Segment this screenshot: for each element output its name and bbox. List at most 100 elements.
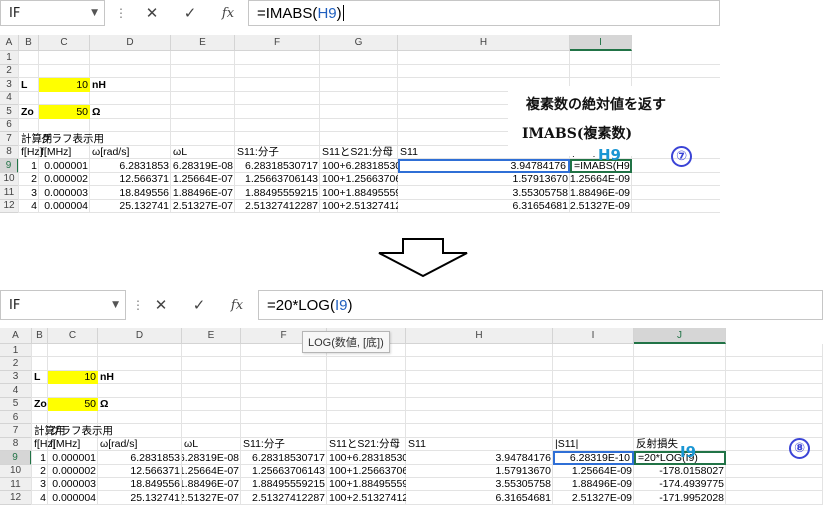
data-cell[interactable]: 100+6.28318530717959E-08j <box>320 159 398 173</box>
row-header-10[interactable]: 10 <box>0 464 32 478</box>
column-header-f[interactable]: F <box>235 35 320 51</box>
bottom-name-box[interactable]: IF ▼ <box>0 290 126 320</box>
row-header-1[interactable]: 1 <box>0 344 32 358</box>
data-cell[interactable]: 2.51327412287 <box>235 200 320 214</box>
chevron-down-icon[interactable]: ▼ <box>112 300 119 310</box>
data-cell[interactable]: 100+2.51327412287183E-07j <box>320 200 398 214</box>
value-zo-cell[interactable]: 50 <box>48 397 98 411</box>
row-header-9[interactable]: 9 <box>0 451 32 465</box>
row-header-12[interactable]: 12 <box>0 199 19 213</box>
data-cell[interactable]: 1.25663706143 <box>235 173 320 187</box>
data-cell[interactable]: 3.94784176 <box>406 451 553 464</box>
column-header-b[interactable]: B <box>32 328 48 344</box>
enter-check-icon[interactable]: ✓ <box>180 296 218 314</box>
data-cell[interactable]: 1.25664E-07 <box>182 465 241 478</box>
column-title[interactable]: S11:分子 <box>235 146 320 160</box>
column-header-g[interactable]: G <box>320 35 398 51</box>
data-cell[interactable]: 6.28319E-08 <box>182 451 241 464</box>
data-cell[interactable]: 0.000001 <box>39 159 90 173</box>
data-cell[interactable]: 6.2831853 <box>90 159 171 173</box>
data-cell[interactable]: -178.0158027 <box>634 465 726 478</box>
data-cell[interactable]: 100+6.28318530717959E-08j <box>327 451 406 464</box>
row-header-7[interactable]: 7 <box>0 132 19 146</box>
column-header-d[interactable]: D <box>98 328 182 344</box>
data-cell[interactable]: 12.566371 <box>90 173 171 187</box>
data-cell[interactable]: 0.000001 <box>48 451 98 464</box>
data-cell[interactable]: 100+1.88495559215388E-07j <box>320 186 398 200</box>
data-cell[interactable]: 3 <box>32 478 48 491</box>
column-title[interactable]: f[Hz] <box>32 438 56 451</box>
data-cell[interactable]: 2 <box>32 465 48 478</box>
data-cell[interactable]: 6.31654681 <box>406 491 553 504</box>
data-cell[interactable]: -174.4939775 <box>634 478 726 491</box>
data-cell[interactable]: 2 <box>19 173 39 187</box>
column-title[interactable]: S11 <box>406 438 553 451</box>
insert-function-icon[interactable]: fx <box>218 298 256 313</box>
row-header-3[interactable]: 3 <box>0 370 32 385</box>
label-zo[interactable]: Zo <box>19 105 39 119</box>
column-title[interactable]: ωL <box>182 438 241 451</box>
data-cell[interactable]: 1.88496E-09 <box>570 186 632 200</box>
column-header-h[interactable]: H <box>398 35 570 51</box>
data-cell[interactable]: 0.000003 <box>48 478 98 491</box>
data-cell[interactable]: -171.9952028 <box>634 491 726 504</box>
value-l-cell[interactable]: 10 <box>39 78 90 92</box>
header-calc[interactable]: 計算用 <box>32 424 66 437</box>
row-header-11[interactable]: 11 <box>0 478 32 492</box>
enter-check-icon[interactable]: ✓ <box>171 4 209 22</box>
column-title[interactable]: f[MHz] <box>39 146 90 160</box>
data-cell[interactable]: 4 <box>32 491 48 504</box>
unit-ohm[interactable]: Ω <box>90 105 171 119</box>
data-cell[interactable]: 100+1.25663706143592E-07j <box>327 465 406 478</box>
unit-nh[interactable]: nH <box>90 78 171 92</box>
row-header-8[interactable]: 8 <box>0 145 19 159</box>
column-title[interactable]: f[MHz] <box>48 438 98 451</box>
data-cell[interactable]: 6.28319E-10 <box>553 451 634 465</box>
data-cell[interactable]: 25.132741 <box>98 491 182 504</box>
row-header-6[interactable]: 6 <box>0 411 32 425</box>
data-cell[interactable]: 0.000002 <box>48 465 98 478</box>
bottom-spreadsheet-grid[interactable]: ABCDEFGHIJ123456789101112L10nHZo50Ω計算用グラ… <box>0 328 823 527</box>
column-header-d[interactable]: D <box>90 35 171 51</box>
data-cell[interactable]: 2.51327E-09 <box>570 200 632 214</box>
data-cell[interactable]: 2.51327412287 <box>241 491 327 504</box>
label-l[interactable]: L <box>32 371 48 384</box>
label-zo[interactable]: Zo <box>32 398 48 411</box>
column-title[interactable]: ωL <box>171 146 235 160</box>
column-header-e[interactable]: E <box>171 35 235 51</box>
column-header-h[interactable]: H <box>406 328 553 344</box>
data-cell[interactable]: 1.88496E-07 <box>171 186 235 200</box>
header-calc[interactable]: 計算用 <box>19 132 53 146</box>
row-header-8[interactable]: 8 <box>0 437 32 452</box>
data-cell[interactable]: 1.88496E-07 <box>182 478 241 491</box>
top-name-box[interactable]: IF ▼ <box>0 0 105 26</box>
column-header-a[interactable]: A <box>0 328 32 344</box>
label-l[interactable]: L <box>19 78 39 92</box>
row-header-3[interactable]: 3 <box>0 78 19 92</box>
data-cell[interactable]: 1.25664E-07 <box>171 173 235 187</box>
column-header-b[interactable]: B <box>19 35 39 51</box>
data-cell[interactable]: 1.57913670 <box>406 465 553 478</box>
data-cell[interactable]: 0.000003 <box>39 186 90 200</box>
data-cell[interactable]: 4 <box>19 200 39 214</box>
row-header-4[interactable]: 4 <box>0 384 32 398</box>
cancel-icon[interactable]: ✕ <box>133 4 171 22</box>
data-cell[interactable]: 3.55305758 <box>398 186 570 200</box>
row-header-2[interactable]: 2 <box>0 64 19 78</box>
column-header-c[interactable]: C <box>48 328 98 344</box>
column-title[interactable]: S11とS21:分母 <box>320 146 398 160</box>
column-title[interactable]: S11:分子 <box>241 438 327 451</box>
data-cell[interactable]: 12.566371 <box>98 465 182 478</box>
header-graph[interactable]: グラフ表示用 <box>48 424 113 437</box>
data-cell[interactable]: 100+1.25663706143592E-07j <box>320 173 398 187</box>
column-header-j[interactable]: J <box>634 328 726 344</box>
data-cell[interactable]: 3.94784176 <box>398 159 570 173</box>
more-options-icon[interactable]: ⋮ <box>115 0 127 26</box>
column-header-e[interactable]: E <box>182 328 241 344</box>
data-cell[interactable]: 2.51327E-07 <box>171 200 235 214</box>
column-header-i[interactable]: I <box>570 35 632 51</box>
data-cell[interactable]: 1.25664E-09 <box>553 465 634 478</box>
row-header-10[interactable]: 10 <box>0 172 19 186</box>
data-cell[interactable]: 100+2.51327412287183E-07j <box>327 491 406 504</box>
row-header-4[interactable]: 4 <box>0 91 19 105</box>
